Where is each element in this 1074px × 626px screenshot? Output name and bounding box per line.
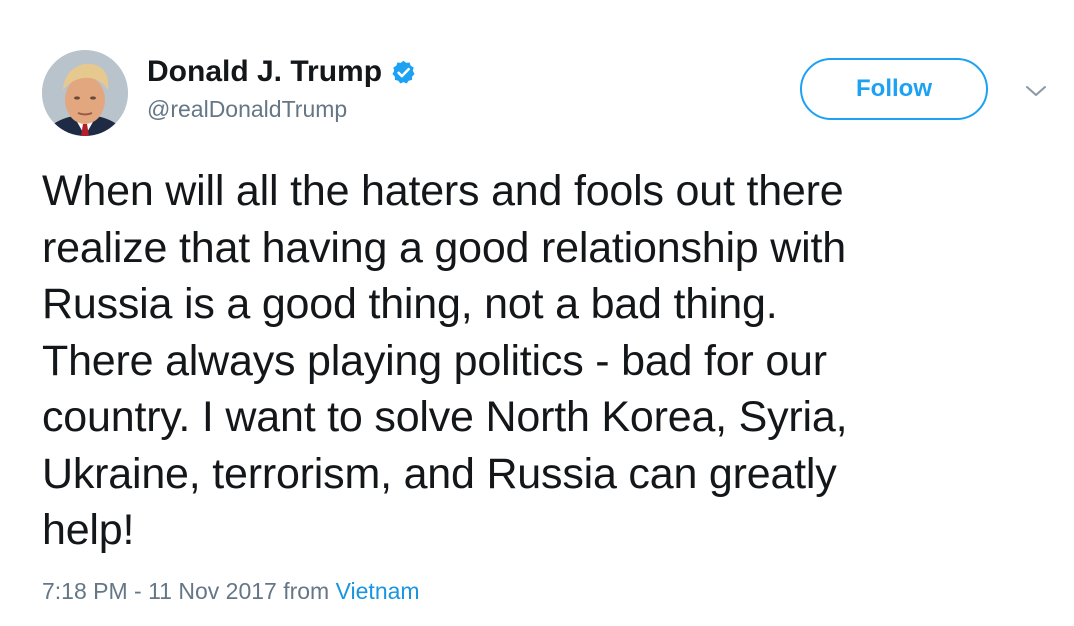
tweet-text: When will all the haters and fools out t…	[42, 167, 848, 554]
from-label: from	[283, 578, 330, 604]
user-handle[interactable]: @realDonaldTrump	[147, 96, 347, 123]
avatar[interactable]	[42, 50, 128, 136]
tweet-timestamp[interactable]: 7:18 PM - 11 Nov 2017	[42, 578, 277, 604]
verified-badge-icon	[390, 59, 417, 86]
tweet-metadata: 7:18 PM - 11 Nov 2017 from Vietnam	[42, 578, 420, 605]
location-link[interactable]: Vietnam	[336, 578, 420, 604]
tweet-card: Donald J. Trump @realDonaldTrump Follow …	[0, 0, 1074, 626]
display-name[interactable]: Donald J. Trump	[147, 55, 382, 89]
avatar-image	[42, 50, 128, 136]
author-name-row[interactable]: Donald J. Trump	[147, 54, 417, 90]
follow-button[interactable]: Follow	[800, 58, 988, 120]
more-options-button[interactable]	[1018, 76, 1054, 106]
chevron-down-icon	[1026, 86, 1046, 96]
